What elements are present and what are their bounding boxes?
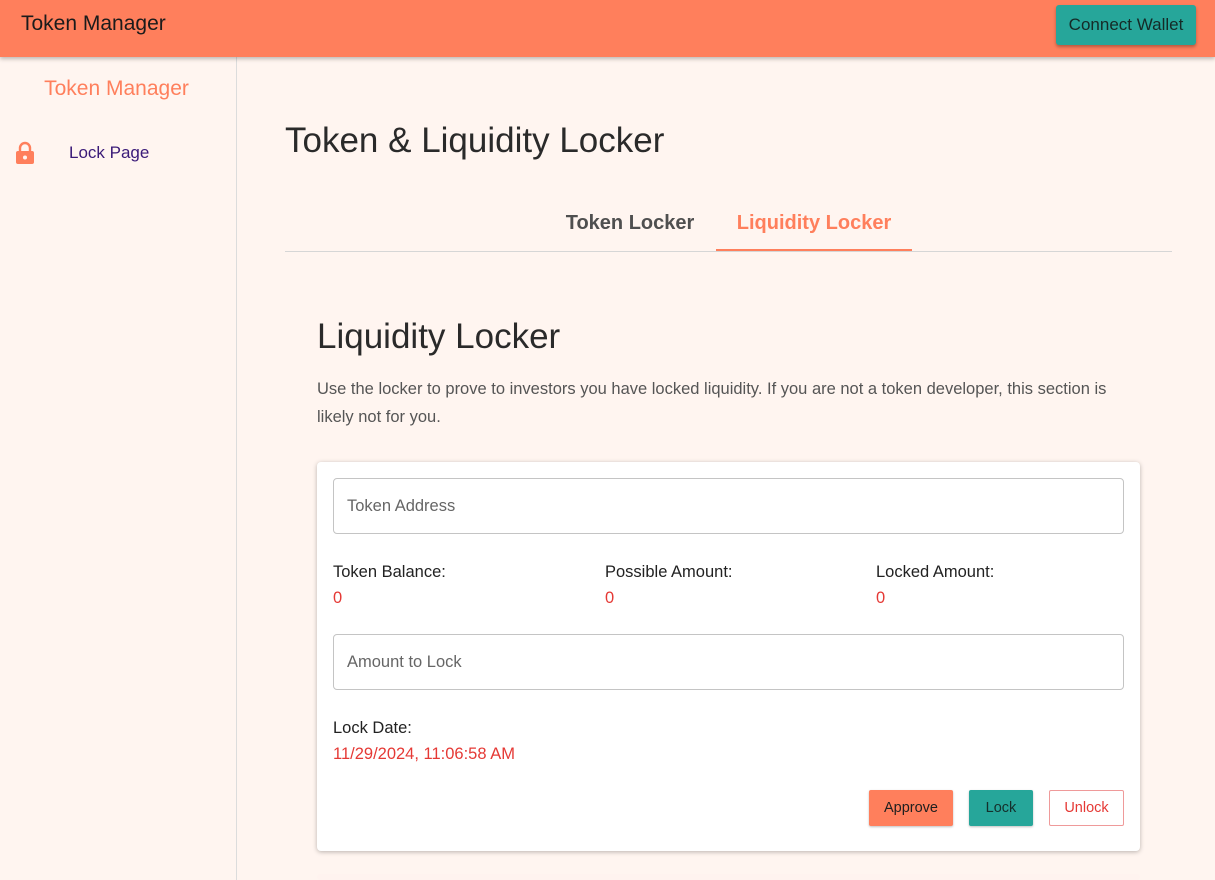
connect-wallet-button[interactable]: Connect Wallet bbox=[1056, 5, 1196, 45]
next-card-edge bbox=[317, 874, 1140, 880]
lock-date: Lock Date: 11/29/2024, 11:06:58 AM bbox=[333, 719, 515, 764]
main-content: Token & Liquidity Locker Token Locker Li… bbox=[237, 57, 1215, 880]
app-bar: Token Manager Connect Wallet bbox=[0, 0, 1215, 57]
lock-button[interactable]: Lock bbox=[969, 790, 1033, 826]
sidebar-title: Token Manager bbox=[44, 77, 189, 100]
sidebar-item-label: Lock Page bbox=[69, 143, 150, 162]
locked-amount-label: Locked Amount: bbox=[876, 563, 995, 581]
active-tab-indicator bbox=[716, 249, 912, 251]
sidebar: Token Manager Lock Page bbox=[0, 57, 237, 880]
token-balance-value: 0 bbox=[333, 589, 343, 607]
sidebar-item-lock-page[interactable]: Lock Page bbox=[0, 137, 236, 169]
token-balance-stat: Token Balance: 0 bbox=[333, 563, 446, 608]
section-title: Liquidity Locker bbox=[317, 317, 561, 356]
approve-button[interactable]: Approve bbox=[869, 790, 953, 826]
section-description: Use the locker to prove to investors you… bbox=[317, 380, 1107, 426]
amount-to-lock-input[interactable] bbox=[333, 634, 1124, 690]
possible-amount-stat: Possible Amount: 0 bbox=[605, 563, 733, 608]
app-title: Token Manager bbox=[21, 12, 166, 35]
unlock-button[interactable]: Unlock bbox=[1049, 790, 1124, 826]
tab-liquidity-locker[interactable]: Liquidity Locker bbox=[716, 202, 912, 252]
locker-card: Token Balance: 0 Possible Amount: 0 Lock… bbox=[317, 462, 1140, 851]
locked-amount-stat: Locked Amount: 0 bbox=[876, 563, 994, 608]
lock-date-value[interactable]: 11/29/2024, 11:06:58 AM bbox=[333, 745, 515, 764]
lock-icon bbox=[15, 141, 35, 165]
lock-date-label: Lock Date: bbox=[333, 719, 412, 737]
possible-amount-label: Possible Amount: bbox=[605, 563, 733, 581]
tab-bar: Token Locker Liquidity Locker bbox=[285, 202, 1172, 252]
page-title: Token & Liquidity Locker bbox=[285, 121, 665, 160]
token-address-input[interactable] bbox=[333, 478, 1124, 534]
tab-token-locker[interactable]: Token Locker bbox=[555, 202, 705, 252]
token-balance-label: Token Balance: bbox=[333, 563, 446, 581]
locked-amount-value: 0 bbox=[876, 589, 886, 607]
possible-amount-value: 0 bbox=[605, 589, 615, 607]
